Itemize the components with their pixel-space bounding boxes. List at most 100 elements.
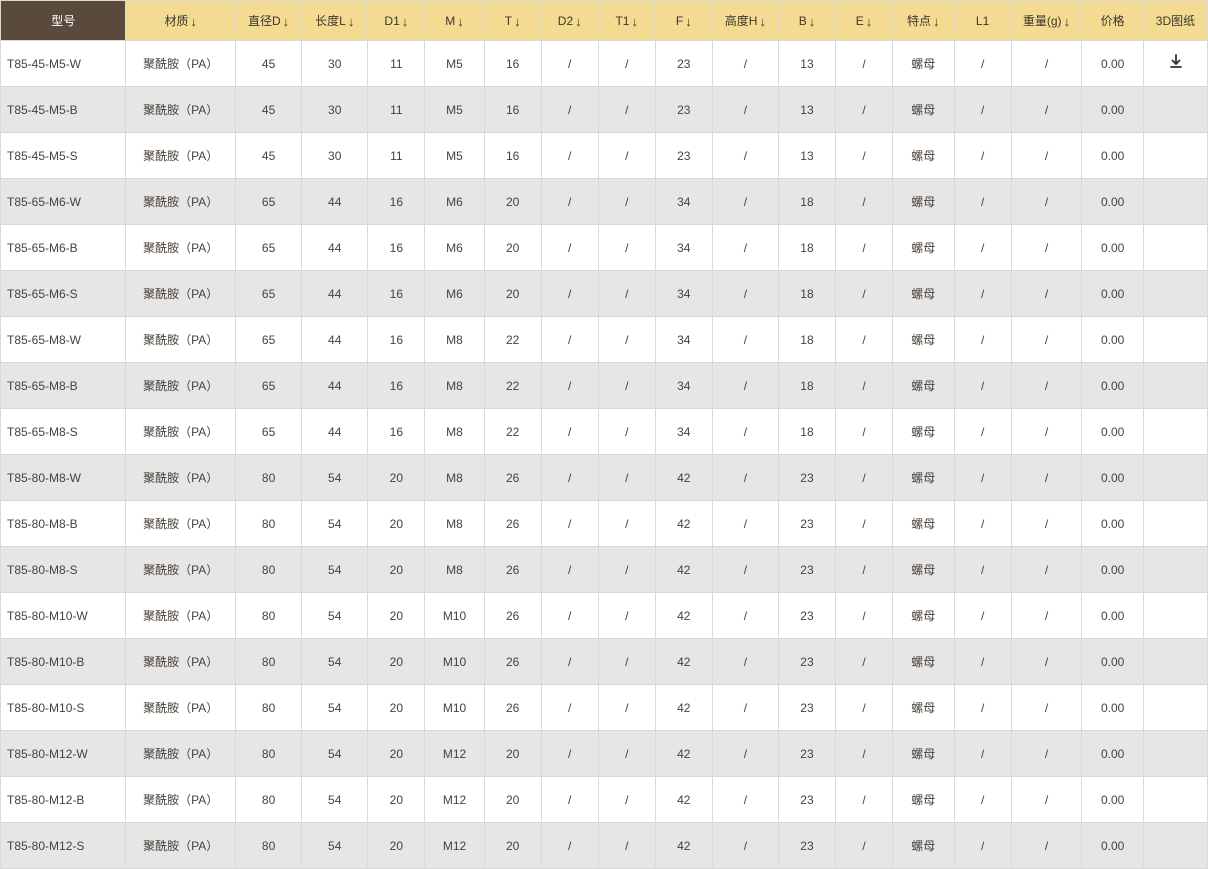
cell-text: /: [568, 747, 571, 761]
column-header-label: 材质: [164, 14, 188, 28]
cell-text: 20: [506, 793, 519, 807]
column-header-diameterD[interactable]: 直径D↓: [236, 1, 302, 41]
cell-D2: /: [541, 501, 598, 547]
cell-text: /: [625, 517, 628, 531]
cell-text: 聚酰胺（PA）: [143, 379, 218, 393]
column-header-T[interactable]: T↓: [484, 1, 541, 41]
cell-text: 螺母: [911, 333, 935, 347]
column-header-weight[interactable]: 重量(g)↓: [1011, 1, 1082, 41]
column-header-label: D2: [558, 14, 573, 28]
cell-M: M8: [425, 363, 484, 409]
cell-text: 0.00: [1101, 195, 1124, 209]
cell-lengthL: 30: [302, 133, 368, 179]
cell-text: /: [568, 287, 571, 301]
sort-arrow-icon: ↓: [191, 15, 198, 28]
cell-text: 54: [328, 517, 341, 531]
cell-model[interactable]: T85-80-M12-W: [1, 731, 126, 777]
download-icon[interactable]: [1168, 54, 1182, 68]
column-header-heightH[interactable]: 高度H↓: [712, 1, 778, 41]
cell-drawing3d: [1143, 317, 1207, 363]
model-text: T85-80-M12-W: [7, 747, 88, 761]
cell-text: /: [568, 839, 571, 853]
cell-text: 螺母: [911, 839, 935, 853]
cell-model[interactable]: T85-80-M10-S: [1, 685, 126, 731]
cell-D2: /: [541, 731, 598, 777]
column-header-E[interactable]: E↓: [835, 1, 892, 41]
cell-text: 螺母: [911, 563, 935, 577]
cell-text: 16: [390, 195, 403, 209]
table-row: T85-80-M8-S聚酰胺（PA）805420M826//42/23/螺母//…: [1, 547, 1208, 593]
cell-text: /: [1045, 517, 1048, 531]
cell-heightH: /: [712, 87, 778, 133]
cell-E: /: [835, 225, 892, 271]
cell-model[interactable]: T85-80-M8-S: [1, 547, 126, 593]
cell-weight: /: [1011, 777, 1082, 823]
column-header-D1[interactable]: D1↓: [368, 1, 425, 41]
cell-model[interactable]: T85-45-M5-S: [1, 133, 126, 179]
model-text: T85-65-M8-S: [7, 425, 78, 439]
cell-F: 23: [655, 41, 712, 87]
cell-model[interactable]: T85-45-M5-B: [1, 87, 126, 133]
cell-text: 80: [262, 563, 275, 577]
cell-model[interactable]: T85-80-M12-B: [1, 777, 126, 823]
cell-drawing3d: [1143, 133, 1207, 179]
cell-text: 20: [390, 839, 403, 853]
cell-diameterD: 65: [236, 225, 302, 271]
cell-text: 80: [262, 701, 275, 715]
column-header-D2[interactable]: D2↓: [541, 1, 598, 41]
cell-D2: /: [541, 133, 598, 179]
cell-D1: 16: [368, 363, 425, 409]
cell-T: 22: [484, 363, 541, 409]
cell-D2: /: [541, 455, 598, 501]
cell-model[interactable]: T85-45-M5-W: [1, 41, 126, 87]
cell-material: 聚酰胺（PA）: [126, 409, 236, 455]
cell-model[interactable]: T85-65-M8-S: [1, 409, 126, 455]
cell-T: 26: [484, 455, 541, 501]
cell-text: 聚酰胺（PA）: [143, 839, 218, 853]
cell-text: /: [744, 701, 747, 715]
cell-drawing3d[interactable]: [1143, 41, 1207, 87]
cell-text: /: [625, 425, 628, 439]
cell-text: /: [625, 793, 628, 807]
cell-model[interactable]: T85-65-M6-S: [1, 271, 126, 317]
column-header-F[interactable]: F↓: [655, 1, 712, 41]
cell-model[interactable]: T85-65-M6-B: [1, 225, 126, 271]
cell-model[interactable]: T85-80-M10-W: [1, 593, 126, 639]
cell-model[interactable]: T85-65-M8-B: [1, 363, 126, 409]
table-row: T85-80-M10-W聚酰胺（PA）805420M1026//42/23/螺母…: [1, 593, 1208, 639]
cell-drawing3d: [1143, 409, 1207, 455]
cell-text: /: [862, 655, 865, 669]
cell-lengthL: 30: [302, 87, 368, 133]
cell-model[interactable]: T85-65-M6-W: [1, 179, 126, 225]
cell-text: /: [1045, 425, 1048, 439]
cell-D1: 20: [368, 547, 425, 593]
cell-T: 16: [484, 133, 541, 179]
cell-T1: /: [598, 777, 655, 823]
cell-M: M8: [425, 317, 484, 363]
cell-text: 20: [390, 793, 403, 807]
cell-D2: /: [541, 225, 598, 271]
model-text: T85-65-M6-W: [7, 195, 81, 209]
column-header-B[interactable]: B↓: [778, 1, 835, 41]
cell-T1: /: [598, 363, 655, 409]
cell-model[interactable]: T85-80-M12-S: [1, 823, 126, 869]
column-header-label: T: [505, 14, 512, 28]
cell-D2: /: [541, 823, 598, 869]
column-header-M[interactable]: M↓: [425, 1, 484, 41]
column-header-T1[interactable]: T1↓: [598, 1, 655, 41]
cell-model[interactable]: T85-80-M8-W: [1, 455, 126, 501]
cell-model[interactable]: T85-80-M8-B: [1, 501, 126, 547]
cell-weight: /: [1011, 179, 1082, 225]
column-header-lengthL[interactable]: 长度L↓: [302, 1, 368, 41]
cell-text: M8: [446, 471, 463, 485]
cell-model[interactable]: T85-65-M8-W: [1, 317, 126, 363]
cell-D1: 20: [368, 501, 425, 547]
cell-model[interactable]: T85-80-M10-B: [1, 639, 126, 685]
cell-text: 65: [262, 333, 275, 347]
column-header-feature[interactable]: 特点↓: [893, 1, 955, 41]
cell-T: 26: [484, 501, 541, 547]
cell-feature: 螺母: [893, 501, 955, 547]
column-header-material[interactable]: 材质↓: [126, 1, 236, 41]
cell-text: 螺母: [911, 287, 935, 301]
cell-text: 螺母: [911, 517, 935, 531]
